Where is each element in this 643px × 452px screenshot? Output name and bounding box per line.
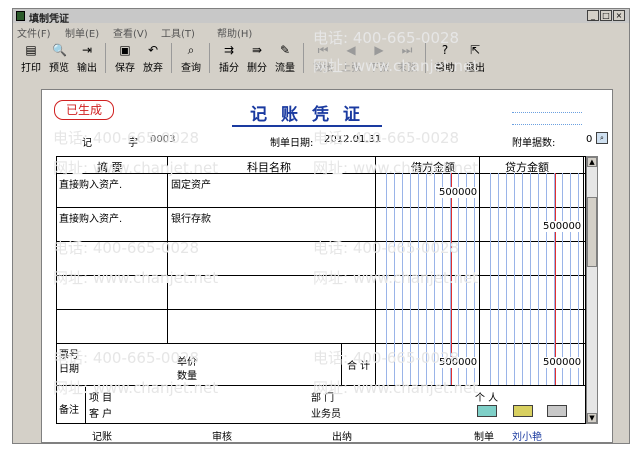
account-cell[interactable]: 银行存款 xyxy=(171,210,211,225)
toolbar-separator xyxy=(209,43,210,73)
printer-icon: ▤ xyxy=(25,43,37,57)
watermark-phone: 电话: 400-665-0028 xyxy=(313,349,460,367)
toolbar-separator xyxy=(105,43,106,73)
watermark-phone: 电话: 400-665-0028 xyxy=(53,239,200,257)
scroll-down-icon[interactable]: ▼ xyxy=(587,413,597,423)
undo-icon: ↶ xyxy=(147,43,159,57)
watermark-site: 网址: www.chanjet.net xyxy=(53,159,219,177)
lookup-icon[interactable]: ⌕ xyxy=(596,132,608,144)
decimal-red-line xyxy=(555,173,556,385)
total-credit: 500000 xyxy=(543,357,582,368)
app-icon xyxy=(16,11,25,21)
toolbar-separator xyxy=(171,43,172,73)
menu-view[interactable]: 查看(V) xyxy=(113,25,148,40)
menu-tools[interactable]: 工具(T) xyxy=(161,25,195,40)
minimize-button[interactable]: _ xyxy=(587,10,599,21)
grid-line xyxy=(479,157,480,385)
attachments-field[interactable]: 0 xyxy=(586,134,592,145)
watermark-site: 网址: www.chanjet.net xyxy=(313,57,479,75)
close-button[interactable]: × xyxy=(613,10,625,21)
vertical-scrollbar[interactable]: ▲ ▼ xyxy=(586,156,598,424)
maximize-button[interactable]: □ xyxy=(600,10,612,21)
card-icon[interactable] xyxy=(477,405,497,417)
grid-line xyxy=(583,157,584,385)
scroll-up-icon[interactable]: ▲ xyxy=(587,157,597,167)
account-cell[interactable]: 固定资产 xyxy=(171,176,211,191)
cashier-label: 出纳 xyxy=(332,432,352,443)
card-icon[interactable] xyxy=(513,405,533,417)
binoculars-icon: ⌕ xyxy=(187,43,195,57)
toolbar-separator xyxy=(303,43,304,73)
summary-cell[interactable]: 直接购入资产. xyxy=(59,210,122,225)
bookkeeper-label: 记账 xyxy=(92,432,112,443)
menu-help[interactable]: 帮助(H) xyxy=(217,25,252,40)
menu-file[interactable]: 文件(F) xyxy=(17,25,51,40)
watermark-site: 网址: www.chanjet.net xyxy=(53,379,219,397)
card-icon[interactable] xyxy=(547,405,567,417)
remark-label: 备注 xyxy=(59,405,79,416)
customer-label: 客 户 xyxy=(89,409,113,420)
insert-row-icon: ⇉ xyxy=(223,43,235,57)
watermark-phone: 电话: 400-665-0028 xyxy=(313,29,460,47)
auditor-label: 审核 xyxy=(212,432,232,443)
cash-flow-button[interactable]: ✎ 流量 xyxy=(273,41,297,75)
watermark-phone: 电话: 400-665-0028 xyxy=(53,129,200,147)
attachments-label: 附单据数: xyxy=(512,138,556,149)
menu-voucher[interactable]: 制单(E) xyxy=(65,25,99,40)
watermark-phone: 电话: 400-665-0028 xyxy=(313,129,460,147)
query-button[interactable]: ⌕ 查询 xyxy=(179,41,203,75)
watermark-site: 网址: www.chanjet.net xyxy=(313,159,479,177)
watermark-phone: 电话: 400-665-0028 xyxy=(53,349,200,367)
scroll-thumb[interactable] xyxy=(587,197,597,267)
preview-icon: 🔍 xyxy=(52,43,67,57)
discard-button[interactable]: ↶ 放弃 xyxy=(141,41,165,75)
print-button[interactable]: ▤ 打印 xyxy=(19,41,43,75)
export-button[interactable]: ⇥ 输出 xyxy=(75,41,99,75)
maker-name: 刘小艳 xyxy=(512,432,542,443)
maker-label: 制单 xyxy=(474,432,494,443)
credit-cell[interactable]: 500000 xyxy=(543,221,582,232)
debit-cell[interactable]: 500000 xyxy=(439,187,478,198)
save-button[interactable]: ▣ 保存 xyxy=(113,41,137,75)
window-title: 填制凭证 xyxy=(29,14,69,25)
title-bar[interactable]: 填制凭证 _ □ × xyxy=(13,9,629,25)
header-dotted-line xyxy=(512,112,582,113)
delete-row-button[interactable]: ⇛ 删分 xyxy=(245,41,269,75)
watermark-site: 网址: www.chanjet.net xyxy=(313,269,479,287)
watermark-phone: 电话: 400-665-0028 xyxy=(313,239,460,257)
delete-row-icon: ⇛ xyxy=(251,43,263,57)
export-icon: ⇥ xyxy=(81,43,93,57)
watermark-site: 网址: www.chanjet.net xyxy=(313,379,479,397)
date-label: 制单日期: xyxy=(270,138,314,149)
person-label: 个 人 xyxy=(475,393,499,404)
voucher-window: 填制凭证 _ □ × 文件(F) 制单(E) 查看(V) 工具(T) 帮助(H)… xyxy=(12,8,630,444)
insert-row-button[interactable]: ⇉ 插分 xyxy=(217,41,241,75)
header-dotted-line xyxy=(512,124,582,125)
watermark-site: 网址: www.chanjet.net xyxy=(53,269,219,287)
voucher-title: 记 账 凭 证 xyxy=(232,100,382,127)
flow-icon: ✎ xyxy=(279,43,291,57)
generated-stamp: 已生成 xyxy=(54,100,114,120)
save-icon: ▣ xyxy=(119,43,131,57)
salesman-label: 业务员 xyxy=(311,409,341,420)
summary-cell[interactable]: 直接购入资产. xyxy=(59,176,122,191)
preview-button[interactable]: 🔍 预览 xyxy=(47,41,71,75)
credit-amount-ruling xyxy=(483,173,579,385)
